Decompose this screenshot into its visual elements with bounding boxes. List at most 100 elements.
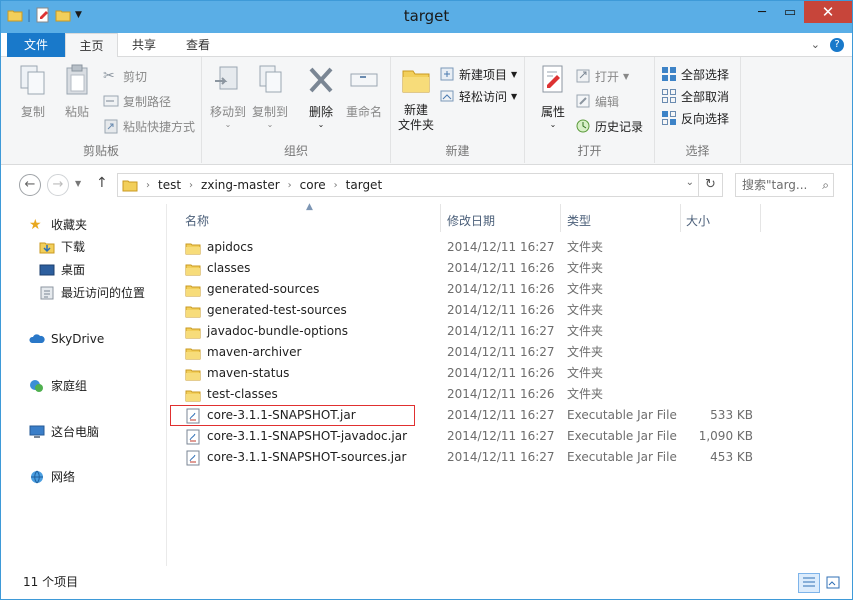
network-icon bbox=[31, 470, 43, 483]
file-name: maven-status bbox=[207, 366, 290, 380]
delete-button[interactable]: 删除 ⌄ bbox=[302, 63, 340, 129]
back-button[interactable]: ← bbox=[19, 174, 41, 196]
breadcrumb-separator-icon[interactable]: › bbox=[288, 180, 292, 191]
file-date: 2014/12/11 16:27 bbox=[447, 345, 555, 359]
nav-item-network[interactable]: 网络 bbox=[29, 468, 75, 485]
invert-selection-button[interactable]: 反向选择 bbox=[661, 108, 729, 128]
breadcrumb-item[interactable]: test bbox=[158, 178, 181, 192]
file-row[interactable]: generated-sources 2014/12/11 16:26 文件夹 bbox=[168, 279, 852, 300]
new-group-label: 新建 bbox=[445, 144, 470, 158]
file-row[interactable]: maven-status 2014/12/11 16:26 文件夹 bbox=[168, 363, 852, 384]
forward-button[interactable]: → bbox=[47, 174, 69, 196]
file-name: core-3.1.1-SNAPSHOT-sources.jar bbox=[207, 450, 407, 464]
maximize-button[interactable]: ▭ bbox=[776, 1, 804, 23]
file-date: 2014/12/11 16:26 bbox=[447, 366, 555, 380]
edit-button[interactable]: 编辑 bbox=[575, 91, 619, 111]
column-header-size[interactable]: 大小 bbox=[686, 210, 710, 232]
nav-item-this-pc[interactable]: 这台电脑 bbox=[29, 423, 99, 440]
recent-locations-icon[interactable]: ▼ bbox=[75, 179, 81, 188]
new-folder-button[interactable]: 新建 文件夹 bbox=[395, 63, 437, 133]
file-name: core-3.1.1-SNAPSHOT-javadoc.jar bbox=[207, 429, 408, 443]
file-row[interactable]: core-3.1.1-SNAPSHOT-javadoc.jar 2014/12/1… bbox=[168, 426, 852, 447]
file-row[interactable]: core-3.1.1-SNAPSHOT-sources.jar 2014/12/1… bbox=[168, 447, 852, 468]
folder-icon bbox=[185, 282, 201, 298]
file-row[interactable]: classes 2014/12/11 16:26 文件夹 bbox=[168, 258, 852, 279]
breadcrumb-item[interactable]: zxing-master bbox=[201, 178, 280, 192]
skydrive-cloud-icon bbox=[29, 334, 45, 343]
tab-view[interactable]: 查看 bbox=[170, 33, 226, 57]
clipboard-group: 复制 粘贴 ✂ 剪切 复制路径 粘贴快捷方式 剪贴板 bbox=[1, 57, 202, 163]
file-type: Executable Jar File bbox=[567, 408, 677, 422]
file-date: 2014/12/11 16:27 bbox=[447, 429, 555, 443]
close-button[interactable]: ✕ bbox=[804, 1, 852, 23]
tab-share[interactable]: 共享 bbox=[118, 33, 170, 57]
expand-ribbon-icon[interactable]: ⌄ bbox=[811, 38, 820, 52]
open-button[interactable]: 打开 ▼ bbox=[575, 66, 629, 86]
column-header-type[interactable]: 类型 bbox=[567, 210, 591, 232]
star-icon: ★ bbox=[29, 216, 42, 233]
dropdown-arrow-icon: ▼ bbox=[511, 91, 518, 101]
file-row[interactable]: maven-archiver 2014/12/11 16:27 文件夹 bbox=[168, 342, 852, 363]
select-none-button[interactable]: 全部取消 bbox=[661, 86, 729, 106]
move-to-icon bbox=[215, 66, 238, 90]
history-button[interactable]: 历史记录 bbox=[575, 116, 643, 136]
copy-to-icon bbox=[259, 65, 282, 93]
jar-file-icon bbox=[185, 450, 201, 466]
breadcrumb-separator-icon[interactable]: › bbox=[189, 180, 193, 191]
copy-to-button[interactable]: 复制到 ⌄ bbox=[250, 63, 290, 129]
select-all-button[interactable]: 全部选择 bbox=[661, 64, 729, 84]
nav-item-recent[interactable]: 最近访问的位置 bbox=[39, 284, 145, 301]
column-header-name[interactable]: 名称 bbox=[185, 210, 209, 232]
breadcrumb-item[interactable]: target bbox=[346, 178, 383, 192]
file-name: generated-sources bbox=[207, 282, 320, 296]
paste-button[interactable]: 粘贴 bbox=[57, 63, 97, 120]
address-dropdown-icon[interactable]: ⌄ bbox=[686, 177, 694, 188]
folder-icon bbox=[185, 261, 201, 277]
cut-button[interactable]: ✂ 剪切 bbox=[103, 66, 147, 86]
refresh-button[interactable]: ↻ bbox=[699, 173, 723, 197]
nav-item-skydrive[interactable]: SkyDrive bbox=[29, 331, 104, 347]
nav-item-favorites[interactable]: ★ 收藏夹 bbox=[29, 216, 87, 233]
help-icon[interactable]: ? bbox=[830, 38, 844, 52]
minimize-button[interactable]: ─ bbox=[748, 1, 776, 23]
copy-path-button[interactable]: 复制路径 bbox=[103, 91, 171, 111]
new-item-button[interactable]: 新建项目 ▼ bbox=[439, 64, 517, 84]
copy-button[interactable]: 复制 bbox=[13, 63, 53, 120]
homegroup-icon bbox=[30, 379, 43, 392]
explorer-window: | ▼ target ─ ▭ ✕ 文件 主页 共享 查看 ⌄ ? 复制 粘贴 ✂… bbox=[0, 0, 853, 600]
details-view-button[interactable] bbox=[798, 573, 820, 593]
easy-access-icon bbox=[440, 90, 454, 102]
move-to-button[interactable]: 移动到 ⌄ bbox=[208, 63, 248, 129]
select-all-icon bbox=[662, 67, 676, 81]
nav-item-desktop[interactable]: 桌面 bbox=[39, 261, 85, 278]
breadcrumb-separator-icon[interactable]: › bbox=[334, 180, 338, 191]
file-size: 533 KB bbox=[710, 408, 753, 422]
folder-icon bbox=[185, 345, 201, 361]
new-group: 新建 文件夹 新建项目 ▼ 轻松访问 ▼ 新建 bbox=[391, 57, 525, 163]
file-date: 2014/12/11 16:26 bbox=[447, 261, 555, 275]
tab-home[interactable]: 主页 bbox=[65, 33, 118, 58]
file-date: 2014/12/11 16:27 bbox=[447, 240, 555, 254]
file-name: classes bbox=[207, 261, 251, 275]
file-row[interactable]: javadoc-bundle-options 2014/12/11 16:27 文件… bbox=[168, 321, 852, 342]
large-icons-view-button[interactable] bbox=[822, 573, 844, 593]
rename-button[interactable]: 重命名 bbox=[342, 63, 386, 120]
file-row[interactable]: apidocs 2014/12/11 16:27 文件夹 bbox=[168, 237, 852, 258]
folder-icon bbox=[185, 366, 201, 382]
paste-shortcut-button[interactable]: 粘贴快捷方式 bbox=[103, 116, 195, 136]
properties-button[interactable]: 属性 ⌄ bbox=[533, 63, 573, 129]
breadcrumb-item[interactable]: core bbox=[300, 178, 326, 192]
nav-item-downloads[interactable]: 下载 bbox=[39, 238, 85, 255]
up-button[interactable]: ↑ bbox=[96, 175, 108, 191]
file-type: 文件夹 bbox=[567, 345, 604, 359]
file-row[interactable]: generated-test-sources 2014/12/11 16:26 文件… bbox=[168, 300, 852, 321]
file-row[interactable]: test-classes 2014/12/11 16:26 文件夹 bbox=[168, 384, 852, 405]
breadcrumb-separator-icon[interactable]: › bbox=[146, 180, 150, 191]
desktop-icon bbox=[39, 264, 55, 275]
easy-access-button[interactable]: 轻松访问 ▼ bbox=[439, 86, 517, 106]
search-input[interactable]: 搜索"targ... ⌕ bbox=[735, 173, 834, 197]
tab-file[interactable]: 文件 bbox=[7, 33, 65, 57]
column-header-date[interactable]: 修改日期 bbox=[447, 210, 495, 232]
address-bar[interactable]: › test › zxing-master › core › target ⌄ bbox=[117, 173, 699, 197]
nav-item-homegroup[interactable]: 家庭组 bbox=[29, 377, 87, 394]
